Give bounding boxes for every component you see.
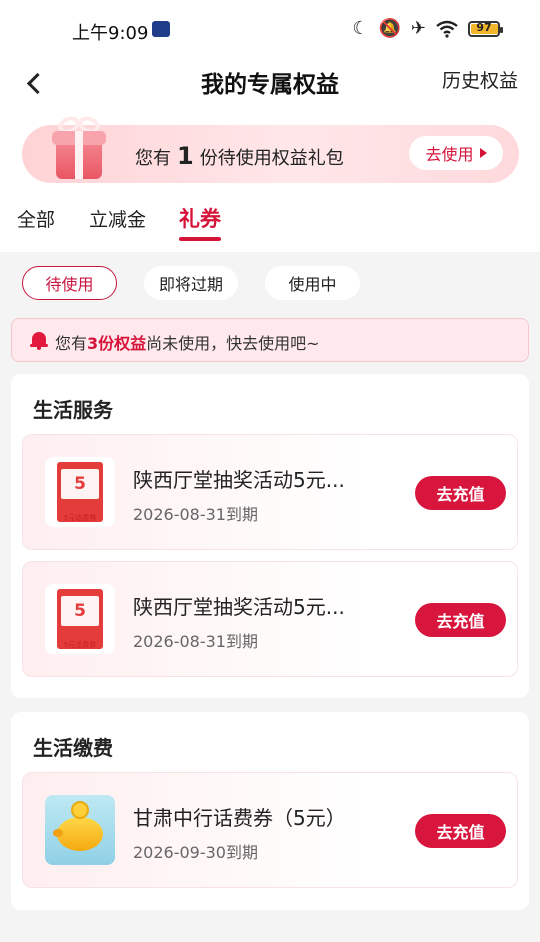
banner-text: 您有 1 份待使用权益礼包 [135, 142, 344, 170]
voucher-value: 5 [61, 596, 99, 626]
notice-suffix: 尚未使用，快去使用吧~ [146, 334, 320, 353]
gift-box-icon [50, 113, 108, 183]
go-use-button[interactable]: 去使用 [409, 136, 503, 170]
voucher-thumbnail: 5 5元话费券 [45, 584, 115, 654]
voucher-caption: 5元话费券 [63, 514, 97, 522]
coupon-expiry: 2026-08-31到期 [133, 632, 258, 651]
filter-in-use[interactable]: 使用中 [265, 266, 360, 300]
airplane-icon: ✈ [410, 18, 426, 39]
wifi-icon [436, 20, 458, 38]
unused-notice: 您有3份权益尚未使用，快去使用吧~ [11, 318, 529, 362]
filter-expiring[interactable]: 即将过期 [144, 266, 238, 300]
active-tab-indicator [179, 237, 221, 241]
recharge-button[interactable]: 去充值 [415, 603, 506, 637]
banner-count: 1 [177, 142, 194, 170]
triangle-right-icon [479, 148, 487, 158]
history-benefits-link[interactable]: 历史权益 [442, 66, 518, 93]
tab-coupons[interactable]: 礼券 [179, 203, 221, 233]
coupon-card[interactable]: 5 5元话费券 陕西厅堂抽奖活动5元... 2026-08-31到期 去充值 [22, 561, 518, 677]
app-notification-icon [152, 21, 170, 37]
section-life-services: 生活服务 5 5元话费券 陕西厅堂抽奖活动5元... 2026-08-31到期 … [11, 374, 529, 698]
tab-bar: 全部 立减金 礼券 [0, 201, 540, 251]
recharge-button[interactable]: 去充值 [415, 476, 506, 510]
status-icons: ☾ 🔕 ✈ 97 [352, 18, 503, 39]
recharge-button[interactable]: 去充值 [415, 814, 506, 848]
gift-package-banner[interactable]: 您有 1 份待使用权益礼包 去使用 [22, 113, 519, 183]
voucher-value: 5 [61, 469, 99, 499]
status-bar: 上午9:09 ☾ 🔕 ✈ 97 [0, 0, 540, 58]
battery-icon: 97 [468, 20, 503, 37]
bell-icon [30, 331, 48, 350]
status-time: 上午9:09 [72, 23, 149, 44]
notice-highlight: 3份权益 [87, 334, 147, 353]
tab-all[interactable]: 全部 [17, 205, 55, 232]
banner-suffix: 份待使用权益礼包 [199, 148, 344, 169]
bell-off-icon: 🔕 [378, 18, 401, 39]
tab-instant-discount[interactable]: 立减金 [89, 205, 146, 232]
filter-pending[interactable]: 待使用 [22, 266, 117, 300]
top-area: 您有 1 份待使用权益礼包 去使用 全部 立减金 礼券 [0, 108, 540, 252]
notice-text: 您有3份权益尚未使用，快去使用吧~ [55, 330, 320, 354]
voucher-thumbnail: 5 5元话费券 [45, 457, 115, 527]
voucher-caption: 5元话费券 [63, 641, 97, 649]
section-bill-payment: 生活缴费 甘肃中行话费券（5元） 2026-09-30到期 去充值 [11, 712, 529, 910]
coupon-title: 陕西厅堂抽奖活动5元... [133, 595, 345, 619]
coupon-title: 陕西厅堂抽奖活动5元... [133, 468, 345, 492]
coupon-title: 甘肃中行话费券（5元） [133, 806, 346, 830]
section-title: 生活缴费 [33, 736, 113, 760]
coupon-expiry: 2026-08-31到期 [133, 505, 258, 524]
moon-icon: ☾ [352, 18, 369, 39]
battery-level: 97 [476, 20, 492, 34]
coupon-expiry: 2026-09-30到期 [133, 843, 258, 862]
go-use-label: 去使用 [425, 145, 474, 164]
coupon-card[interactable]: 甘肃中行话费券（5元） 2026-09-30到期 去充值 [22, 772, 518, 888]
nav-header: 我的专属权益 历史权益 [0, 58, 540, 108]
coupon-card[interactable]: 5 5元话费券 陕西厅堂抽奖活动5元... 2026-08-31到期 去充值 [22, 434, 518, 550]
notice-prefix: 您有 [55, 334, 88, 353]
banner-prefix: 您有 [135, 148, 171, 169]
section-title: 生活服务 [33, 398, 113, 422]
piggy-bank-icon [45, 795, 115, 865]
